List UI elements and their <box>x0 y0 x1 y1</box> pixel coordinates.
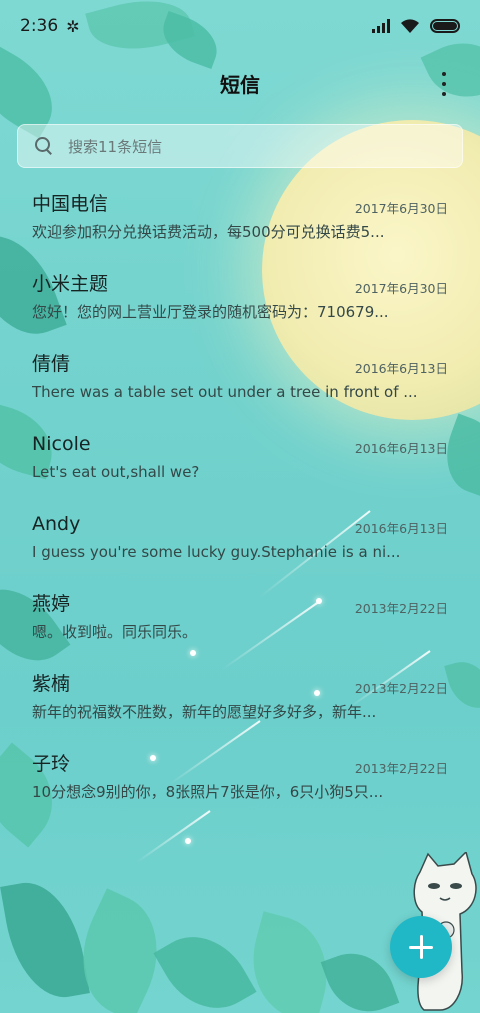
leaf-decoration <box>320 941 400 1013</box>
conversation-item[interactable]: 倩倩 2016年6月13日 There was a table set out … <box>0 338 480 418</box>
message-date: 2016年6月13日 <box>354 521 448 536</box>
conversation-item[interactable]: 中国电信 2017年6月30日 欢迎参加积分兑换话费活动，每500分可兑换话费5… <box>0 178 480 258</box>
bluetooth-icon: ✲ <box>66 16 80 36</box>
shooting-star-decoration <box>135 810 211 864</box>
star-dot-decoration <box>185 838 191 844</box>
conversation-item[interactable]: 小米主题 2017年6月30日 您好！您的网上营业厅登录的随机密码为：71067… <box>0 258 480 338</box>
app-header: 短信 <box>0 60 480 106</box>
search-placeholder: 搜索11条短信 <box>68 137 163 156</box>
new-message-button[interactable] <box>390 916 452 978</box>
more-vertical-icon[interactable] <box>434 72 454 96</box>
conversation-list: 中国电信 2017年6月30日 欢迎参加积分兑换话费活动，每500分可兑换话费5… <box>0 178 480 818</box>
message-preview: 嗯。收到啦。同乐同乐。 <box>32 623 198 641</box>
message-preview: 您好！您的网上营业厅登录的随机密码为：710679... <box>32 303 389 321</box>
search-input[interactable]: 搜索11条短信 <box>17 124 463 168</box>
message-preview: Let's eat out,shall we? <box>32 463 200 481</box>
message-preview: 10分想念9别的你，8张照片7张是你，6只小狗5只... <box>32 783 384 801</box>
conversation-item[interactable]: 燕婷 2013年2月22日 嗯。收到啦。同乐同乐。 <box>0 578 480 658</box>
message-date: 2016年6月13日 <box>354 441 448 456</box>
leaf-decoration <box>0 874 90 1006</box>
signal-icon <box>372 19 390 33</box>
plus-icon <box>409 935 433 959</box>
conversation-item[interactable]: 紫楠 2013年2月22日 新年的祝福数不胜数，新年的愿望好多好多，新年... <box>0 658 480 738</box>
leaf-decoration <box>153 918 257 1013</box>
status-time: 2:36 <box>20 16 59 36</box>
search-icon <box>34 136 54 156</box>
conversation-item[interactable]: Andy 2016年6月13日 I guess you're some luck… <box>0 498 480 578</box>
page-title: 短信 <box>220 72 260 97</box>
message-date: 2013年2月22日 <box>354 601 448 616</box>
status-bar: 2:36 ✲ <box>0 0 480 52</box>
message-preview: 新年的祝福数不胜数，新年的愿望好多好多，新年... <box>32 703 377 721</box>
message-date: 2016年6月13日 <box>354 361 448 376</box>
conversation-item[interactable]: Nicole 2016年6月13日 Let's eat out,shall we… <box>0 418 480 498</box>
message-date: 2017年6月30日 <box>354 281 448 296</box>
message-preview: I guess you're some lucky guy.Stephanie … <box>32 543 401 561</box>
message-date: 2013年2月22日 <box>354 761 448 776</box>
message-date: 2017年6月30日 <box>354 201 448 216</box>
message-preview: 欢迎参加积分兑换话费活动，每500分可兑换话费5... <box>32 223 385 241</box>
message-date: 2013年2月22日 <box>354 681 448 696</box>
battery-icon <box>430 19 460 33</box>
message-preview: There was a table set out under a tree i… <box>32 383 418 401</box>
conversation-item[interactable]: 子玲 2013年2月22日 10分想念9别的你，8张照片7张是你，6只小狗5只.… <box>0 738 480 818</box>
wifi-icon <box>401 19 419 33</box>
